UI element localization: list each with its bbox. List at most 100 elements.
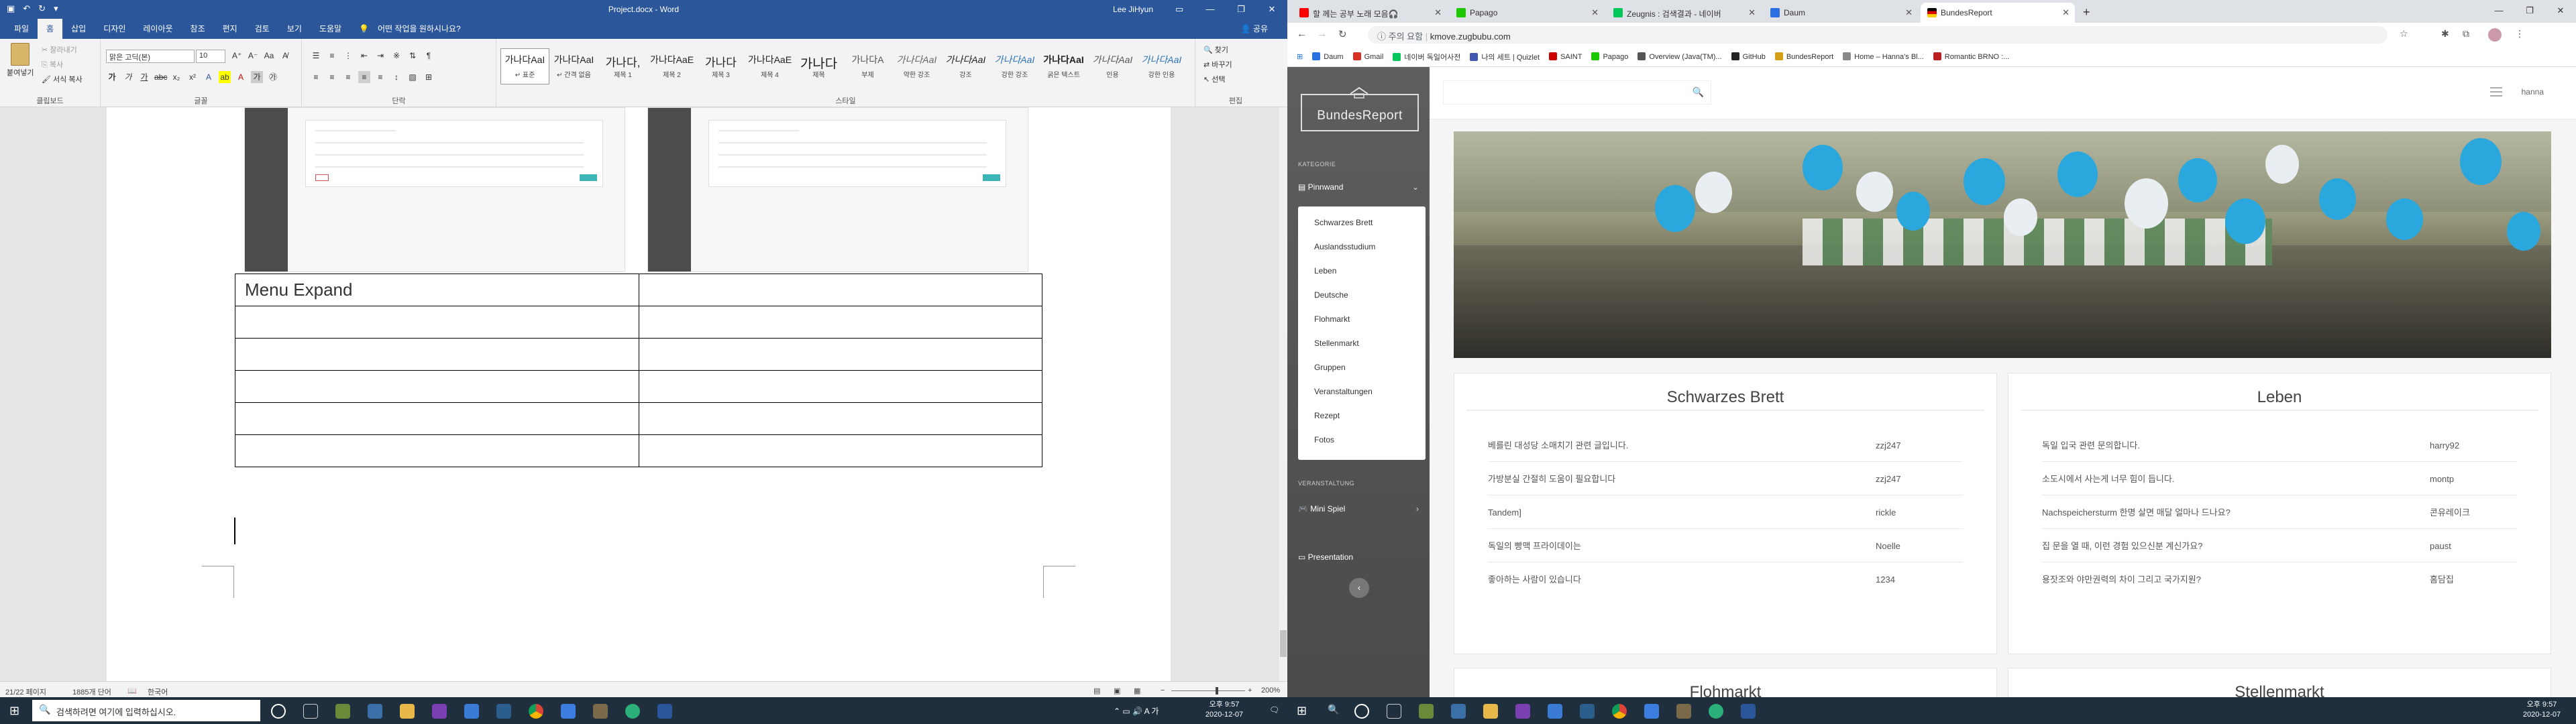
sidebar-item-presentation[interactable]: ▭ Presentation (1298, 552, 1419, 562)
close-tab-icon[interactable]: ✕ (1748, 7, 1756, 18)
address-bar[interactable]: ⓘ 주의 요함 | kmove.zugbubu.com (1368, 26, 2387, 44)
bookmark-item[interactable]: Papago (1591, 52, 1628, 61)
list-item[interactable]: 가방분실 간절히 도움이 필요합니다 zzj247 (1488, 463, 1963, 495)
justify-icon[interactable]: ≡ (358, 71, 370, 83)
taskbar-search-input[interactable]: 🔍 검색하려면 여기에 입력하십시오. (32, 700, 260, 721)
submenu-item[interactable]: Auslandsstudium (1298, 235, 1426, 259)
app-icon[interactable] (1548, 704, 1562, 719)
bullets-icon[interactable]: ☰ (310, 50, 322, 62)
vertical-scrollbar[interactable] (1278, 107, 1287, 681)
list-item[interactable]: 독일 입국 관련 문의합니다. harry92 (2042, 430, 2517, 462)
italic-icon[interactable]: 가 (122, 71, 134, 83)
word-icon[interactable] (1741, 704, 1756, 719)
bookmark-item[interactable]: 네이버 독일어사전 (1393, 52, 1460, 62)
vscode-icon[interactable] (1644, 704, 1659, 719)
table-cell[interactable] (235, 402, 639, 435)
share-button[interactable]: 👤 공유 (1232, 19, 1277, 39)
close-icon[interactable]: ✕ (1256, 0, 1287, 19)
task-view-icon[interactable] (303, 704, 318, 719)
list-item[interactable]: Tandem] rickle (1488, 497, 1963, 529)
table-cell[interactable] (639, 338, 1042, 371)
underline-icon[interactable]: 가 (138, 71, 150, 83)
submenu-item[interactable]: Deutsche (1298, 283, 1426, 307)
browser-tab-active[interactable]: BundesReport ✕ (1921, 3, 2075, 23)
chrome-menu-icon[interactable]: ⋮ (2515, 28, 2524, 40)
sidebar-item-mini-spiel[interactable]: 🎮 Mini Spiel › (1298, 504, 1419, 514)
new-tab-button[interactable]: + (2078, 3, 2098, 23)
browser-tab[interactable]: Zeugnis : 검색결과 - 네이버 ✕ (1607, 3, 1761, 23)
bookmark-star-icon[interactable]: ☆ (2400, 28, 2408, 40)
windows-start-icon[interactable]: ⊞ (9, 704, 19, 718)
submenu-item[interactable]: Stellenmarkt (1298, 331, 1426, 355)
visual-studio-icon[interactable] (1515, 704, 1530, 719)
bookmark-item[interactable]: Daum (1312, 52, 1344, 61)
shading-icon[interactable]: ▧ (407, 71, 419, 83)
bookmark-item[interactable]: Romantic BRNO :... (1933, 52, 2009, 61)
app-icon[interactable] (335, 704, 350, 719)
enclose-char-icon[interactable]: ㉮ (267, 71, 279, 83)
zoom-in-icon[interactable]: + (1248, 686, 1252, 695)
app-icon[interactable] (625, 704, 640, 719)
vscode-icon[interactable] (561, 704, 576, 719)
app-icon[interactable] (593, 704, 608, 719)
insecure-warning-icon[interactable]: ⓘ (1377, 32, 1386, 42)
back-icon[interactable]: ← (1297, 28, 1307, 40)
table-cell[interactable] (235, 338, 639, 371)
tab-home[interactable]: 홈 (38, 19, 63, 39)
zoom-out-icon[interactable]: − (1161, 686, 1165, 695)
table-cell[interactable] (639, 274, 1042, 306)
style-intense-quote[interactable]: 가나다AaI 강한 인용 (1137, 48, 1186, 84)
minimize-icon[interactable]: — (1195, 0, 1226, 19)
account-name[interactable]: Lee JiHyun (1113, 5, 1153, 14)
font-size-select[interactable]: 10 (196, 50, 225, 63)
submenu-item[interactable]: Fotos (1298, 428, 1426, 452)
close-tab-icon[interactable]: ✕ (2062, 7, 2070, 18)
align-center-icon[interactable]: ≡ (326, 71, 338, 83)
search-icon[interactable]: 🔍 (1693, 86, 1704, 98)
char-shading-icon[interactable]: 가 (251, 71, 263, 83)
text-effects-icon[interactable]: A (203, 71, 215, 83)
submenu-item[interactable]: Veranstaltungen (1298, 379, 1426, 404)
tell-me-input[interactable]: 어떤 작업을 원하시나요? (378, 19, 470, 39)
cortana-icon[interactable] (1354, 704, 1369, 719)
style-subtitle[interactable]: 가나다A 부제 (843, 48, 892, 84)
style-no-spacing[interactable]: 가나다AaI ↵ 간격 없음 (549, 48, 598, 84)
app-icon[interactable] (496, 704, 511, 719)
bookmark-item[interactable]: Home – Hanna's Bl... (1843, 52, 1924, 61)
chrome-icon[interactable] (1612, 704, 1627, 719)
bookmark-item[interactable]: GitHub (1731, 52, 1766, 61)
style-quote[interactable]: 가나다AaI 인용 (1088, 48, 1137, 84)
style-strong[interactable]: 가나다AaI 굵은 텍스트 (1039, 48, 1088, 84)
browser-tab[interactable]: Daum ✕ (1764, 3, 1918, 23)
tab-design[interactable]: 디자인 (95, 19, 134, 39)
tab-mailings[interactable]: 편지 (214, 19, 246, 39)
page-count[interactable]: 21/22 페이지 (5, 686, 46, 697)
user-name[interactable]: hanna (2522, 87, 2544, 97)
style-heading-2[interactable]: 가나다AaE 제목 2 (647, 48, 696, 84)
clock[interactable]: 오후 9:57 2020-12-07 (2515, 700, 2569, 720)
list-item[interactable]: 집 문을 열 때, 이런 경험 있으신분 계신가요? paust (2042, 530, 2517, 562)
forward-icon[interactable]: → (1317, 28, 1327, 40)
task-view-icon[interactable] (1387, 704, 1401, 719)
app-icon[interactable] (1451, 704, 1466, 719)
tab-layout[interactable]: 레이아웃 (134, 19, 181, 39)
browser-tab[interactable]: Papago ✕ (1450, 3, 1604, 23)
file-explorer-icon[interactable] (1483, 704, 1498, 719)
print-layout-icon[interactable]: ▣ (1114, 686, 1120, 695)
distributed-icon[interactable]: ≡ (374, 71, 386, 83)
font-name-select[interactable]: 맑은 고딕(본) (106, 50, 195, 63)
replace-button[interactable]: ⇄ 바꾸기 (1203, 59, 1232, 70)
zoom-level[interactable]: 200% (1261, 686, 1280, 695)
app-icon[interactable] (1580, 704, 1595, 719)
board-title[interactable]: Schwarzes Brett (1466, 384, 1984, 411)
submenu-item[interactable]: Leben (1298, 259, 1426, 283)
bookmark-item[interactable]: 나의 세트 | Quizlet (1470, 52, 1540, 62)
browser-tab[interactable]: 할 께는 공부 노래 모음🎧 ✕ (1293, 3, 1447, 23)
search-icon[interactable]: 🔍 (1328, 704, 1339, 715)
insecure-label[interactable]: 주의 요함 (1389, 32, 1423, 42)
tab-review[interactable]: 검토 (246, 19, 278, 39)
strikethrough-icon[interactable]: abc (154, 71, 167, 83)
app-icon[interactable] (1419, 704, 1434, 719)
list-item[interactable]: 좋아하는 사람이 있습니다 1234 (1488, 564, 1963, 596)
apps-icon[interactable]: ⊞ (1297, 52, 1303, 61)
